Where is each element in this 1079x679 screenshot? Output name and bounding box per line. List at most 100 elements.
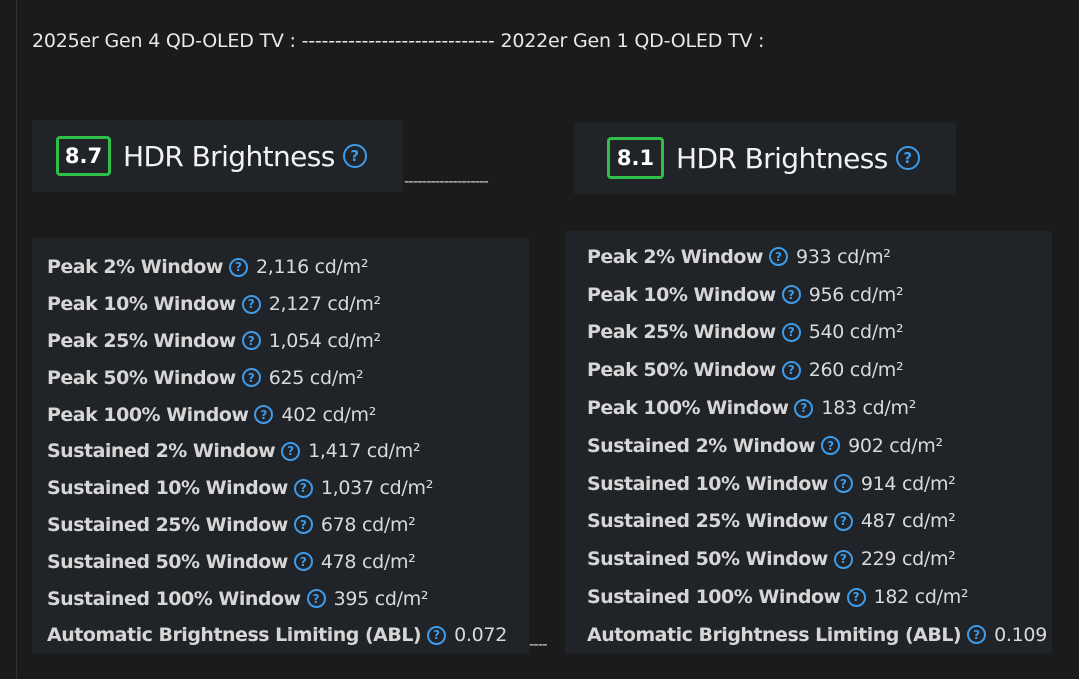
help-icon[interactable]: ? (833, 511, 853, 531)
right-score-title: HDR Brightness (676, 141, 888, 175)
measurement-value: 182 cd/m² (873, 586, 969, 609)
help-icon[interactable]: ? (281, 441, 301, 461)
measurement-value: 487 cd/m² (860, 510, 956, 533)
measurement-label: Sustained 50% Window (47, 550, 288, 573)
help-icon[interactable]: ? (241, 294, 261, 314)
left-measurements-panel: Peak 2% Window? 2,116 cd/m² Peak 10% Windo… (32, 238, 529, 654)
left-border-line (16, 0, 17, 679)
measurement-label: Sustained 25% Window (587, 510, 828, 533)
measurement-row: Sustained 25% Window? 678 cd/m² (47, 507, 529, 544)
help-icon[interactable]: ? (427, 625, 447, 645)
measurement-row: Automatic Brightness Limiting (ABL)? 0.10… (587, 616, 1052, 654)
help-icon[interactable]: ? (846, 587, 866, 607)
help-icon[interactable]: ? (241, 368, 261, 388)
help-icon[interactable]: ? (293, 552, 313, 572)
help-icon[interactable]: ? (241, 331, 261, 351)
measurement-row: Sustained 2% Window? 902 cd/m² (587, 427, 1052, 465)
measurement-label: Peak 10% Window (587, 283, 776, 306)
measurement-value: 395 cd/m² (333, 587, 429, 610)
measurement-row: Sustained 25% Window? 487 cd/m² (587, 503, 1052, 541)
measurement-label: Sustained 25% Window (47, 513, 288, 536)
measurement-row: Peak 10% Window? 2,127 cd/m² (47, 286, 529, 323)
help-icon[interactable]: ? (293, 515, 313, 535)
help-icon[interactable]: ? (228, 257, 248, 277)
measurement-value: 956 cd/m² (808, 283, 904, 306)
help-icon[interactable]: ? (794, 398, 814, 418)
measurement-value: 625 cd/m² (268, 366, 364, 389)
measurement-row: Peak 100% Window? 402 cd/m² (47, 396, 529, 433)
measurement-label: Peak 50% Window (587, 359, 776, 382)
help-icon[interactable]: ? (895, 146, 920, 170)
measurement-row: Sustained 50% Window? 478 cd/m² (47, 543, 529, 580)
measurement-label: Peak 2% Window (587, 245, 763, 268)
measurement-value: 914 cd/m² (860, 472, 956, 495)
measurement-value: 402 cd/m² (281, 403, 377, 426)
measurement-value: 0.072 (454, 624, 508, 647)
bottom-dash-separator: ---- (529, 635, 548, 653)
measurement-value: 260 cd/m² (808, 359, 904, 382)
comparison-heading: 2025er Gen 4 QD-OLED TV : --------------… (32, 30, 764, 52)
measurement-row: Sustained 50% Window? 229 cd/m² (587, 540, 1052, 578)
measurement-row: Sustained 10% Window? 914 cd/m² (587, 465, 1052, 503)
help-icon[interactable]: ? (781, 360, 801, 380)
help-icon[interactable]: ? (293, 478, 313, 498)
measurement-label: Automatic Brightness Limiting (ABL) (587, 623, 962, 646)
heading-right-model: 2022er Gen 1 QD-OLED TV : (500, 30, 765, 52)
help-icon[interactable]: ? (342, 144, 367, 168)
measurement-value: 933 cd/m² (795, 245, 891, 268)
measurement-row: Peak 100% Window? 183 cd/m² (587, 389, 1052, 427)
measurement-value: 183 cd/m² (821, 397, 917, 420)
help-icon[interactable]: ? (967, 625, 987, 645)
measurement-label: Sustained 2% Window (587, 434, 816, 457)
measurement-row: Sustained 10% Window? 1,037 cd/m² (47, 470, 529, 507)
left-score-title: HDR Brightness (123, 139, 335, 173)
right-measurements-panel: Peak 2% Window? 933 cd/m² Peak 10% Window?… (565, 231, 1052, 654)
measurement-label: Sustained 50% Window (587, 548, 828, 571)
measurement-value: 1,037 cd/m² (320, 477, 434, 500)
left-score-badge: 8.7 (56, 136, 111, 176)
measurement-label: Automatic Brightness Limiting (ABL) (47, 624, 422, 647)
measurement-value: 2,116 cd/m² (255, 256, 369, 279)
help-icon[interactable]: ? (781, 285, 801, 305)
measurement-label: Sustained 10% Window (587, 472, 828, 495)
measurement-value: 0.109 (994, 623, 1048, 646)
heading-dashes: ----------------------------- (301, 30, 495, 52)
help-icon[interactable]: ? (833, 474, 853, 494)
measurement-row: Peak 2% Window? 2,116 cd/m² (47, 249, 529, 286)
measurement-row: Peak 25% Window? 1,054 cd/m² (47, 323, 529, 360)
help-icon[interactable]: ? (254, 405, 274, 425)
measurement-label: Sustained 100% Window (587, 586, 841, 609)
help-icon[interactable]: ? (833, 549, 853, 569)
measurement-label: Sustained 10% Window (47, 477, 288, 500)
measurement-row: Peak 50% Window? 625 cd/m² (47, 359, 529, 396)
measurement-label: Sustained 100% Window (47, 587, 301, 610)
measurement-value: 540 cd/m² (808, 321, 904, 344)
measurement-label: Sustained 2% Window (47, 440, 276, 463)
measurement-row: Peak 50% Window? 260 cd/m² (587, 351, 1052, 389)
measurement-label: Peak 10% Window (47, 293, 236, 316)
measurement-row: Peak 25% Window? 540 cd/m² (587, 314, 1052, 352)
measurement-label: Peak 2% Window (47, 256, 223, 279)
help-icon[interactable]: ? (821, 436, 841, 456)
help-icon[interactable]: ? (781, 322, 801, 342)
help-icon[interactable]: ? (768, 247, 788, 267)
measurement-value: 2,127 cd/m² (268, 293, 381, 316)
measurement-row: Peak 2% Window? 933 cd/m² (587, 238, 1052, 276)
measurement-value: 678 cd/m² (320, 513, 416, 536)
middle-dash-separator: ------------------- (404, 172, 489, 190)
measurement-value: 902 cd/m² (848, 434, 943, 457)
measurement-label: Peak 50% Window (47, 366, 236, 389)
measurement-value: 1,054 cd/m² (268, 329, 381, 352)
left-hdr-score-card: 8.7 HDR Brightness ? (32, 120, 403, 192)
measurement-label: Peak 25% Window (47, 329, 236, 352)
measurement-label: Peak 100% Window (587, 397, 789, 420)
measurement-value: 1,417 cd/m² (308, 440, 421, 463)
right-hdr-score-card: 8.1 HDR Brightness ? (574, 122, 956, 194)
heading-left-model: 2025er Gen 4 QD-OLED TV : (32, 30, 296, 52)
right-score-badge: 8.1 (607, 137, 664, 179)
measurement-row: Sustained 2% Window? 1,417 cd/m² (47, 433, 529, 470)
measurement-label: Peak 25% Window (587, 321, 776, 344)
help-icon[interactable]: ? (306, 589, 326, 609)
measurement-value: 478 cd/m² (320, 550, 416, 573)
measurement-row: Automatic Brightness Limiting (ABL)? 0.07… (47, 617, 529, 654)
